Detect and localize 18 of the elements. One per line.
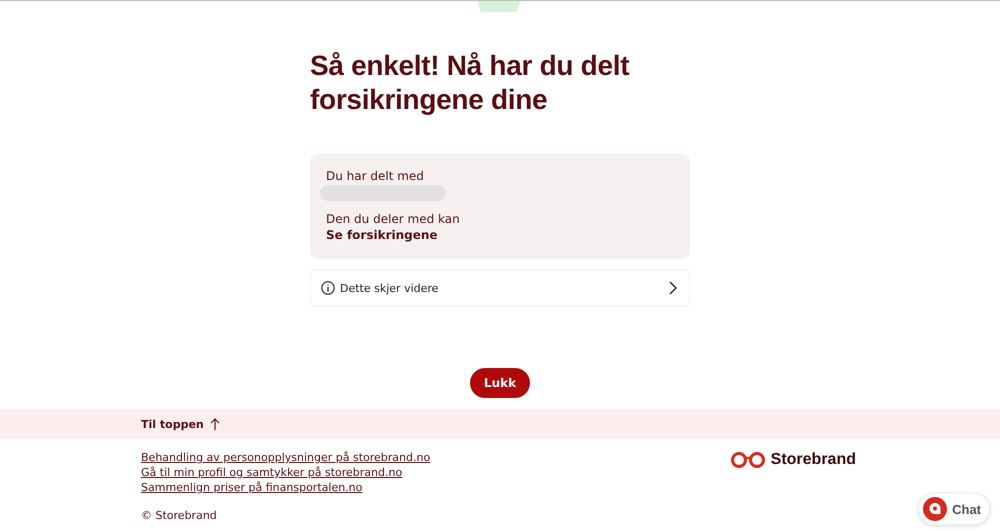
access-value: Se forsikringene [326,227,439,243]
footer-link[interactable]: Behandling av personopplysninger på storebrand.no [141,450,430,465]
chat-button[interactable]: Chat [918,493,990,525]
footer-link[interactable]: Sammenlign priser på finansportalen.no [141,480,430,495]
copyright-text: © Storebrand [141,509,218,522]
info-icon [321,281,335,295]
arrow-up-icon [210,418,220,430]
brand-name: Storebrand [770,451,856,469]
footer-link[interactable]: Gå til min profil og samtykker på storebrand.no [141,465,430,480]
chevron-icon [669,281,677,295]
close-button[interactable]: Lukk [470,368,530,398]
chat-icon [923,497,948,521]
shared-with-label: Du har delt med [326,168,425,184]
page-heading: Så enkelt! Nå har du delt forsikringene dine [310,49,630,117]
info-accordion[interactable]: Dette skjer videre [310,269,690,307]
access-label: Den du deler med kan [326,211,461,227]
logo-icon [730,452,766,468]
to-top-link[interactable]: Til toppen [141,418,220,430]
